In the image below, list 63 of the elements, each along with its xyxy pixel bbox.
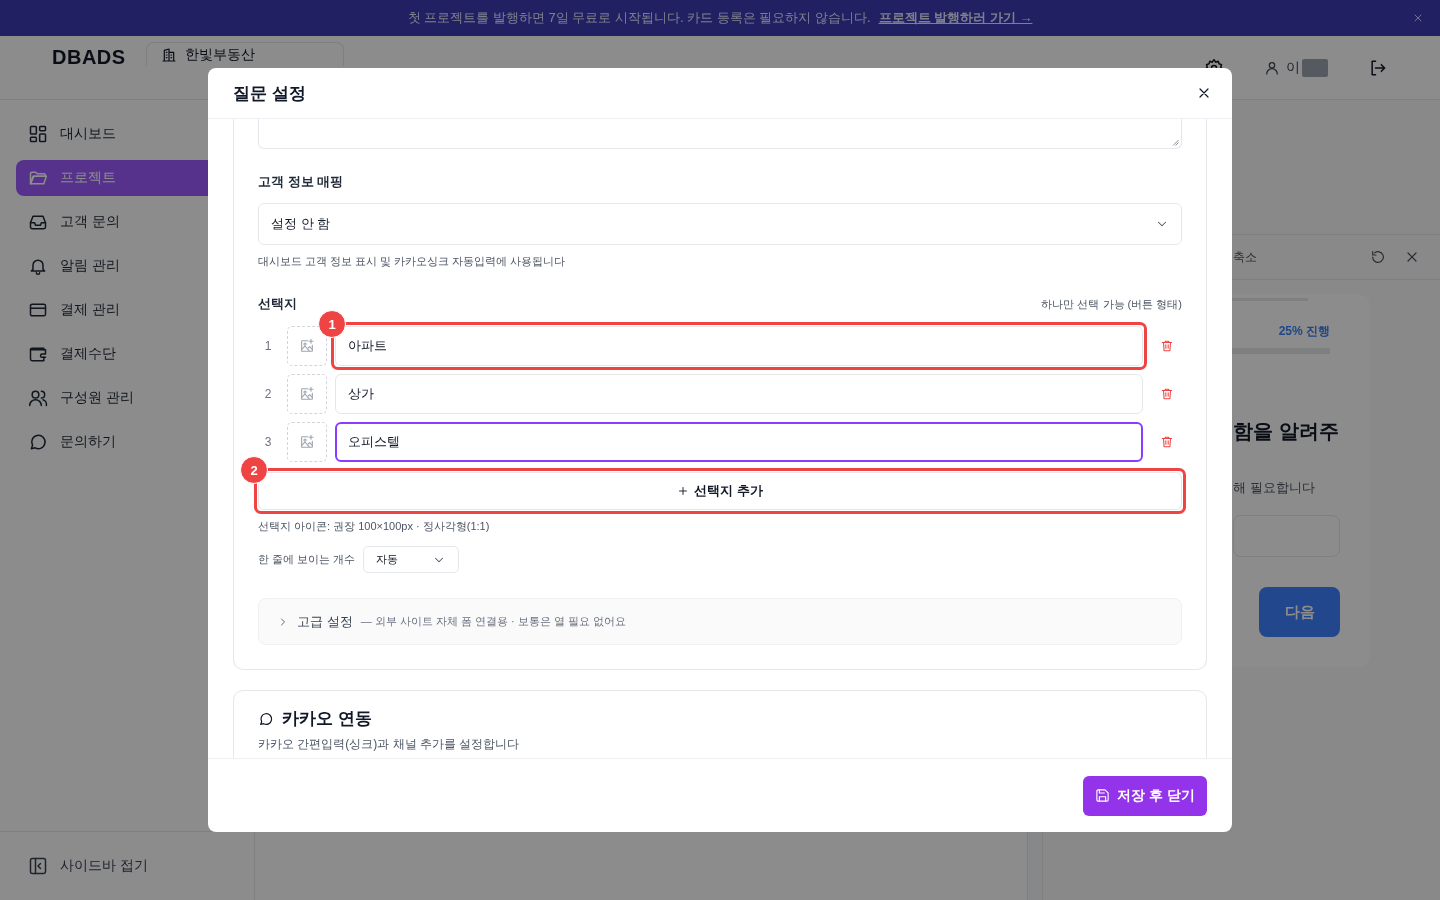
user-icon — [1264, 59, 1280, 76]
collapse-button[interactable]: 축소 — [1233, 248, 1257, 266]
publish-link[interactable]: 프로젝트 발행하러 가기 → — [878, 9, 1033, 27]
redacted-name — [1302, 58, 1328, 77]
choice-input[interactable]: 상가 — [335, 374, 1143, 414]
add-choice-button[interactable]: 선택지 추가 — [258, 472, 1182, 510]
advanced-settings-toggle[interactable]: 고급 설정 — 외부 사이트 자체 폼 연결용 · 보통은 열 필요 없어요 — [258, 598, 1182, 645]
refresh-icon[interactable] — [1370, 249, 1386, 265]
field-label: 선택지 — [258, 295, 297, 313]
sidebar-item[interactable]: 구성원 관리 — [16, 380, 238, 416]
resize-handle-icon[interactable] — [1171, 138, 1179, 146]
save-and-close-button[interactable]: 저장 후 닫기 — [1083, 775, 1207, 816]
mapping-select[interactable]: 설정 안 함 — [258, 203, 1182, 245]
selection-mode-text: 하나만 선택 가능 (버튼 형태) — [1041, 296, 1182, 312]
inbox-icon — [28, 212, 48, 232]
logo[interactable]: DBADS — [52, 46, 146, 69]
dialog-title: 질문 설정 — [233, 82, 306, 105]
question-hint: 해 필요합니다 — [1233, 479, 1316, 497]
annotation-badge: 2 — [240, 456, 268, 484]
chat-bubble-icon — [258, 710, 274, 727]
choice-input[interactable]: 오피스텔 — [335, 422, 1143, 462]
credit-card-icon — [28, 300, 48, 320]
sidebar-item[interactable]: 고객 문의 — [16, 204, 238, 240]
add-image-icon — [299, 386, 315, 402]
image-upload-button[interactable] — [287, 374, 327, 414]
building-icon — [161, 46, 177, 63]
sidebar-item[interactable]: 대시보드 — [16, 116, 238, 152]
help-text: 선택지 아이콘: 권장 100×100px · 정사각형(1:1) — [258, 519, 491, 534]
sidebar-collapse-icon — [28, 856, 48, 876]
progress-label: 25% 진행 — [1278, 323, 1330, 340]
add-image-icon — [299, 434, 315, 450]
delete-icon[interactable] — [1160, 435, 1174, 449]
row-number: 3 — [263, 435, 273, 449]
delete-icon[interactable] — [1160, 339, 1174, 353]
folder-icon — [28, 168, 48, 188]
section-title: 카카오 연동 — [282, 708, 372, 730]
delete-icon[interactable] — [1160, 387, 1174, 401]
sidebar-item[interactable]: 문의하기 — [16, 424, 238, 460]
row-number: 1 — [263, 339, 273, 353]
sidebar-item[interactable]: 결제수단 — [16, 336, 238, 372]
field-label: 고객 정보 매핑 — [258, 173, 345, 191]
workspace-selector[interactable]: 한빛부동산 — [146, 42, 344, 66]
image-upload-button[interactable] — [287, 422, 327, 462]
per-row-select[interactable]: 자동 — [363, 546, 460, 573]
banner-message: 첫 프로젝트를 발행하면 7일 무료로 시작됩니다. 카드 등록은 필요하지 않습니다. — [407, 9, 871, 27]
add-image-icon — [299, 338, 315, 354]
advanced-note: — 외부 사이트 자체 폼 연결용 · 보통은 열 필요 없어요 — [360, 614, 626, 629]
sidebar-item[interactable]: 알림 관리 — [16, 248, 238, 284]
section-description: 카카오 간편입력(싱크)과 채널 추가를 설정합니다 — [258, 736, 521, 753]
question-title: 함을 알려주 — [1233, 419, 1340, 444]
users-icon — [28, 388, 48, 408]
annotation-badge: 1 — [318, 310, 346, 338]
sidebar-item[interactable]: 결제 관리 — [16, 292, 238, 328]
wallet-icon — [28, 344, 48, 364]
dashboard-icon — [28, 124, 48, 144]
help-text: 대시보드 고객 정보 표시 및 카카오싱크 자동입력에 사용됩니다 — [258, 254, 567, 269]
row-number: 2 — [263, 387, 273, 401]
choice-input[interactable]: 아파트 — [335, 326, 1143, 366]
plus-icon — [677, 485, 690, 497]
user-name: 이 — [1286, 58, 1300, 77]
answer-field[interactable] — [1233, 515, 1340, 557]
chat-bubble-icon — [28, 432, 48, 452]
field-label: 한 줄에 보이는 개수 — [258, 552, 356, 567]
